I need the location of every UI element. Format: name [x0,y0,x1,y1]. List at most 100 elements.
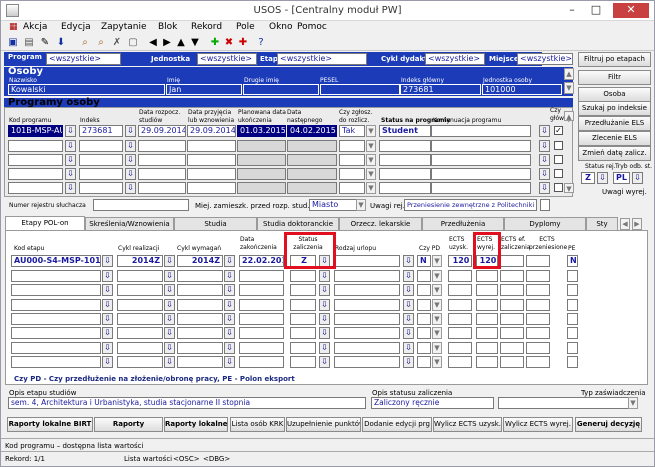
status-zal-field[interactable] [290,312,316,325]
czy-zglosz-dropdown[interactable]: ▼ [366,168,376,180]
czy-pd-field[interactable] [417,341,431,354]
program-indeks-field[interactable] [79,182,123,194]
next-record-icon[interactable]: ▼ [189,37,201,48]
cykl-real-field[interactable] [117,355,163,368]
cykl-wym-lov[interactable]: ⇩ [224,270,235,282]
first-record-icon[interactable]: ◀ [147,37,159,48]
data-przyj-field[interactable] [187,182,236,194]
uwagi-rej-extra[interactable] [540,199,550,211]
kod-etapu-field[interactable] [11,341,101,354]
cykl-real-field[interactable] [117,341,163,354]
status-program-field[interactable] [379,154,431,166]
kontynuacja-lov[interactable]: ⇩ [539,140,550,152]
ects-uzysk-field[interactable] [448,284,472,297]
status-zal-lov[interactable]: ⇩ [319,298,330,311]
cykl-wym-field[interactable] [177,355,223,368]
dodanie-edycji-button[interactable]: Dodanie edycji prg [362,417,432,432]
czy-pd-field[interactable] [417,298,431,311]
uzupelnienie-punktow-button[interactable]: Uzupełnienie punktów [286,417,361,432]
pe-field[interactable] [567,270,578,282]
planowana-field[interactable] [237,168,286,180]
czy-pd-dropdown[interactable]: ▼ [432,298,442,311]
ects-ef-field[interactable] [500,327,524,340]
data-przyj-field[interactable] [187,168,236,180]
ects-ef-field[interactable] [500,355,524,368]
ects-uzysk-field[interactable] [448,270,472,282]
kod-etapu-lov[interactable]: ⇩ [102,312,113,325]
kod-etapu-field[interactable] [11,270,101,282]
kontynuacja-field[interactable] [431,182,531,194]
status-rej-lov[interactable]: ⇩ [597,172,608,184]
help-icon[interactable]: ? [255,37,267,48]
kod-etapu-field[interactable] [11,327,101,340]
data-nast-field[interactable]: 04.02.2015 [287,125,337,137]
data-rozp-field[interactable] [138,182,186,194]
prev-record-icon[interactable]: ▲ [175,37,187,48]
program-indeks-field[interactable] [79,168,123,180]
opis-statusu-field[interactable]: Zaliczony ręcznie [371,397,494,409]
data-zak-field[interactable] [239,327,284,340]
kod-etapu-lov[interactable]: ⇩ [102,298,113,311]
rodzaj-urlopu-field[interactable] [334,312,400,325]
duplicate-icon[interactable]: ✚ [237,37,249,48]
program-indeks-lov[interactable]: ⇩ [125,140,136,152]
ects-uzysk-field[interactable]: 120 [448,255,472,267]
cykl-wym-field[interactable] [177,327,223,340]
program-kod-lov[interactable]: ⇩ [65,125,76,137]
tryb-field[interactable]: PL [613,172,630,184]
cykl-real-lov[interactable]: ⇩ [164,298,175,311]
menu-blok[interactable]: Blok [158,22,177,32]
kod-etapu-lov[interactable]: ⇩ [102,270,113,282]
pe-field[interactable] [567,284,578,297]
status-program-field[interactable] [379,140,431,152]
program-kod-lov[interactable]: ⇩ [65,140,76,152]
clear-icon[interactable]: ▢ [127,37,139,48]
cykl-real-field[interactable] [117,270,163,282]
tab-studia[interactable]: Studia [174,217,257,230]
kontynuacja-field[interactable] [431,154,531,166]
pe-field[interactable] [567,341,578,354]
cykl-wym-lov[interactable]: ⇩ [224,298,235,311]
cykl-wym-lov[interactable]: ⇩ [224,355,235,368]
ects-uzysk-field[interactable] [448,327,472,340]
filter-miejsce-field[interactable]: <wszystkie> [517,53,573,65]
kod-etapu-lov[interactable]: ⇩ [102,327,113,340]
status-zal-field[interactable] [290,327,316,340]
tab-dyplomy[interactable]: Dyplomy [504,217,586,230]
data-rozp-field[interactable] [138,168,186,180]
wylicz-ects-uzysk-button[interactable]: Wylicz ECTS uzysk. [433,417,502,432]
ects-przen-field[interactable] [526,327,550,340]
czy-pd-dropdown[interactable]: ▼ [432,312,442,325]
pe-field[interactable]: N [567,255,578,267]
status-zal-field[interactable] [290,284,316,297]
planowana-field[interactable] [237,154,286,166]
pesel-field[interactable] [320,84,400,95]
kod-etapu-lov[interactable]: ⇩ [102,341,113,354]
rodzaj-urlopu-lov[interactable]: ⇩ [403,327,414,340]
filtr-button[interactable]: Filtr [578,70,651,85]
szukaj-po-indeksie-button[interactable]: Szukaj po indeksie [578,101,651,116]
status-zal-field[interactable] [290,341,316,354]
czy-pd-field[interactable] [417,327,431,340]
rodzaj-urlopu-lov[interactable]: ⇩ [403,312,414,325]
status-zal-lov[interactable]: ⇩ [319,341,330,354]
filter-etap-field[interactable]: <wszystkie> [277,53,367,65]
pe-field[interactable] [567,355,578,368]
ects-przen-field[interactable] [526,270,550,282]
ects-wyrej-field[interactable] [476,327,498,340]
kontynuacja-lov[interactable]: ⇩ [539,168,550,180]
opis-etapu-field[interactable]: sem. 4, Architektura i Urbanistyka, stud… [8,397,366,409]
ects-przen-field[interactable] [526,298,550,311]
czy-glowny-checkbox[interactable] [554,155,563,164]
pe-field[interactable] [567,312,578,325]
data-nast-field[interactable] [287,182,337,194]
program-indeks-lov[interactable]: ⇩ [125,168,136,180]
ects-przen-field[interactable] [526,312,550,325]
ects-przen-field[interactable] [526,355,550,368]
status-zal-lov[interactable]: ⇩ [319,312,330,325]
menu-edycja[interactable]: Edycja [61,22,91,32]
przedluzanie-els-button[interactable]: Przedłużanie ELS [578,116,651,131]
kontynuacja-field[interactable] [431,140,531,152]
query-icon[interactable]: ⌕ [79,37,91,48]
insert-record-icon[interactable]: ✚ [209,37,221,48]
